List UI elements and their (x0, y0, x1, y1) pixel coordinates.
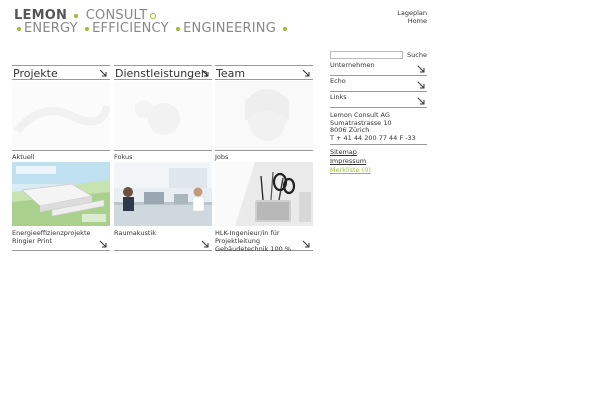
nav-team-label: Team (216, 67, 246, 80)
search-button[interactable]: Suche (407, 51, 427, 59)
arrow-down-right-icon (201, 240, 209, 248)
nav-projekte[interactable]: Projekte (12, 65, 110, 80)
nav-dienstleistungen[interactable]: Dienstleistungen (114, 65, 212, 80)
logo-engineering: ENGINEERING (183, 21, 276, 36)
divider (215, 150, 313, 151)
faded-image (114, 81, 212, 150)
sitemap-link[interactable]: Sitemap (330, 148, 427, 157)
sidebar-item-label: Echo (330, 77, 346, 85)
search-row: Suche (330, 50, 427, 60)
sidebar-item-unternehmen[interactable]: Unternehmen (330, 60, 427, 76)
faded-image (12, 81, 110, 150)
logo-efficiency: EFFICIENCY (92, 21, 169, 36)
sidebar-item-echo[interactable]: Echo (330, 76, 427, 92)
column-projekte: Projekte Aktuell Energieeffizienzprojekt… (12, 65, 110, 251)
arrow-down-right-icon (99, 240, 107, 248)
arrow-down-right-icon (417, 81, 425, 89)
fokus-teaser[interactable]: Raumakustik (114, 229, 212, 251)
arrow-down-right-icon (201, 69, 209, 77)
footer-links: Sitemap Impressum Merkliste (0) (330, 148, 427, 175)
fokus-image[interactable] (114, 162, 212, 226)
jobs-teaser[interactable]: HLK-Ingenieur/in für Projektleitung Gebä… (215, 229, 313, 253)
aktuell-caption: Energieeffizienzprojekte Ringier Print (12, 229, 91, 245)
logo-energy: ENERGY (24, 21, 78, 36)
sidebar-item-label: Links (330, 93, 347, 101)
section-aktuell: Aktuell (12, 153, 35, 161)
phone: T + 41 44 200 77 44 F -33 (330, 133, 416, 142)
top-links: Lageplan Home (397, 9, 427, 25)
faded-image (215, 81, 313, 150)
sidebar-item-label: Unternehmen (330, 61, 375, 69)
logo-dot (17, 26, 21, 31)
sidebar-item-links[interactable]: Links (330, 92, 427, 108)
arrow-down-right-icon (302, 240, 310, 248)
logo-dot (85, 26, 90, 31)
jobs-image[interactable] (215, 162, 313, 226)
arrow-down-right-icon (302, 69, 310, 77)
column-team: Team Jobs HLK-Ingenieur/in für Projektle… (215, 65, 313, 253)
arrow-down-right-icon (99, 69, 107, 77)
logo-dot (176, 26, 181, 31)
column-dienstleistungen: Dienstleistungen Fokus Raumakustik (114, 65, 212, 251)
company-address: Lemon Consult AG Sumatrastrasse 10 8006 … (330, 111, 427, 145)
search-input[interactable] (330, 51, 403, 59)
logo[interactable]: LEMON CONSULT ENERGY EFFICIENCY ENGINEER… (14, 8, 288, 36)
logo-dot (283, 26, 288, 31)
aktuell-teaser[interactable]: Energieeffizienzprojekte Ringier Print (12, 229, 110, 251)
jobs-caption: HLK-Ingenieur/in für Projektleitung Gebä… (215, 229, 292, 253)
fokus-caption: Raumakustik (114, 229, 156, 237)
section-fokus: Fokus (114, 153, 133, 161)
divider (114, 150, 212, 151)
merkliste-link[interactable]: Merkliste (0) (330, 166, 427, 175)
home-link[interactable]: Home (397, 17, 427, 25)
aktuell-image[interactable] (12, 162, 110, 226)
arrow-down-right-icon (417, 97, 425, 105)
sidebar: Suche Unternehmen Echo Links Lemon Consu… (330, 50, 427, 175)
section-jobs: Jobs (215, 153, 229, 161)
divider (12, 150, 110, 151)
nav-dienstleistungen-label: Dienstleistungen (115, 67, 208, 80)
arrow-down-right-icon (417, 65, 425, 73)
nav-projekte-label: Projekte (13, 67, 58, 80)
logo-ring-dot (150, 12, 157, 19)
logo-line2: ENERGY EFFICIENCY ENGINEERING (14, 21, 290, 36)
nav-team[interactable]: Team (215, 65, 313, 80)
impressum-link[interactable]: Impressum (330, 157, 427, 166)
lageplan-link[interactable]: Lageplan (397, 9, 427, 17)
logo-dot (74, 13, 79, 18)
